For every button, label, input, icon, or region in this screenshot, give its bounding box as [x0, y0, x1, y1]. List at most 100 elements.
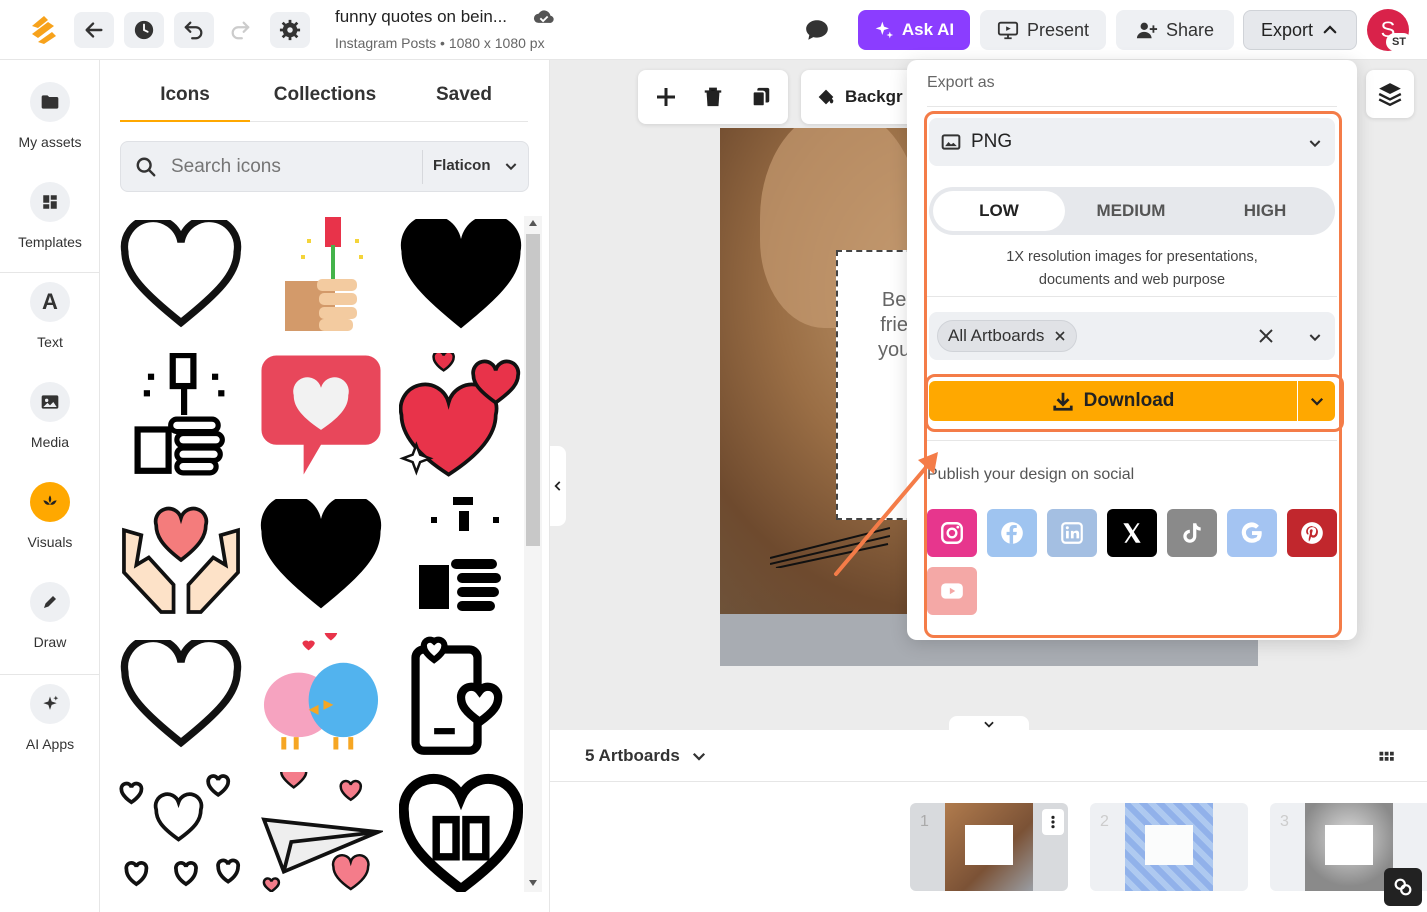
heart-outline-icon[interactable] [118, 632, 244, 758]
canvas-toolbar [638, 70, 788, 124]
chevron-down-icon [984, 721, 994, 728]
left-rail: My assets Templates A Text Media Visuals… [0, 60, 100, 912]
more-vertical-icon [1051, 815, 1055, 829]
scrollbar-track[interactable] [524, 216, 542, 892]
arrow-left-icon [85, 22, 103, 38]
hands-holding-heart-icon[interactable] [118, 492, 244, 618]
grid-view-button[interactable] [1378, 748, 1396, 771]
export-button[interactable]: Export [1243, 10, 1357, 50]
hearts-sparkle-icon[interactable] [398, 352, 524, 478]
redo-button[interactable] [220, 12, 260, 48]
delete-button[interactable] [702, 85, 724, 114]
strip-divider [550, 781, 1427, 782]
ask-ai-button[interactable]: Ask AI [858, 10, 970, 50]
rail-label: Media [30, 434, 70, 450]
tab-underline [120, 120, 250, 122]
cloud-saved-icon [533, 8, 555, 30]
artboards-strip: 5 Artboards 1 2 3 [550, 730, 1427, 912]
scroll-up-arrow[interactable] [529, 220, 537, 226]
heart-speech-bubble-icon[interactable] [258, 352, 384, 478]
icons-panel: Icons Collections Saved Flaticon [100, 60, 550, 912]
top-bar: funny quotes on bein... Instagram Posts … [0, 0, 1427, 60]
heart-filled-icon[interactable] [258, 492, 384, 618]
chevron-down-icon [692, 752, 705, 761]
visuals-icon [30, 482, 70, 522]
source-divider [422, 150, 423, 184]
rail-text[interactable]: A Text [0, 260, 100, 360]
sparkle-icon [30, 684, 70, 724]
paint-bucket-icon [818, 89, 834, 105]
copy-icon [751, 87, 770, 108]
grid-icon [1379, 751, 1394, 761]
artboards-dropdown[interactable]: 5 Artboards [585, 746, 708, 766]
share-label: Share [1165, 19, 1215, 40]
share-button[interactable]: Share [1116, 10, 1234, 50]
folder-icon [30, 82, 70, 122]
scrollbar-thumb[interactable] [526, 234, 540, 546]
tab-saved[interactable]: Saved [400, 84, 528, 106]
rail-draw[interactable]: Draw [0, 560, 100, 660]
templates-icon [30, 182, 70, 222]
duplicate-button[interactable] [750, 85, 772, 114]
chevron-down-icon [505, 162, 516, 170]
artboard-thumb[interactable]: 2 [1090, 803, 1248, 891]
ask-ai-label: Ask AI [901, 20, 955, 39]
tab-icons[interactable]: Icons [120, 84, 250, 106]
rail-visuals[interactable]: Visuals [0, 460, 100, 560]
undo-button[interactable] [174, 12, 214, 48]
scroll-down-arrow[interactable] [529, 880, 537, 886]
paper-plane-hearts-icon[interactable] [258, 772, 384, 892]
background-label: Backgr [845, 87, 903, 106]
history-button[interactable] [124, 12, 164, 48]
rail-label: Visuals [27, 534, 73, 550]
heart-filled-icon[interactable] [398, 212, 524, 338]
tab-collections[interactable]: Collections [260, 84, 390, 106]
undo-icon [184, 21, 203, 40]
link-icon [1394, 878, 1412, 896]
source-dropdown[interactable]: Flaticon [433, 157, 519, 174]
artboard-thumb[interactable]: 1 [910, 803, 1068, 891]
present-button[interactable]: Present [980, 10, 1106, 50]
heart-book-icon[interactable] [398, 772, 524, 892]
layers-button[interactable] [1366, 70, 1414, 118]
quote-text[interactable]: Be frie you [878, 288, 910, 363]
rail-ai-apps[interactable]: AI Apps [0, 662, 100, 762]
thumb-image [1125, 803, 1213, 891]
phone-heart-icon[interactable] [398, 632, 524, 758]
love-birds-icon[interactable] [258, 632, 384, 758]
add-button[interactable] [654, 85, 678, 114]
rail-label: My assets [18, 134, 82, 150]
layers-icon [1378, 83, 1402, 107]
collapse-panel-button[interactable] [550, 446, 566, 526]
rail-templates[interactable]: Templates [0, 160, 100, 260]
annotation-arrow [830, 440, 950, 580]
back-button[interactable] [74, 12, 114, 48]
app-logo[interactable] [28, 14, 58, 46]
hand-holding-glass-icon[interactable] [398, 492, 524, 618]
hand-holding-rose-icon[interactable] [258, 212, 384, 338]
plus-icon [657, 88, 675, 106]
background-toolbar[interactable]: Backgr [801, 70, 911, 124]
search-icon [135, 156, 157, 183]
settings-button[interactable] [270, 12, 310, 48]
hand-holding-glass-icon[interactable] [118, 352, 244, 478]
thumb-more-button[interactable] [1042, 809, 1064, 835]
zoom-link-button[interactable] [1384, 868, 1422, 906]
rail-label: Draw [33, 634, 67, 650]
rail-media[interactable]: Media [0, 360, 100, 460]
avatar-initials-badge: ST [1386, 33, 1412, 51]
search-input[interactable] [171, 154, 411, 180]
image-icon [30, 382, 70, 422]
heart-outline-icon[interactable] [118, 212, 244, 338]
chevron-left-icon [554, 481, 561, 491]
scattered-hearts-icon[interactable] [118, 772, 244, 892]
rail-my-assets[interactable]: My assets [0, 60, 100, 160]
gear-icon [279, 19, 301, 41]
chevron-up-icon [1323, 25, 1337, 34]
document-subtitle: Instagram Posts • 1080 x 1080 px [335, 35, 545, 51]
quote-line-1: Be [881, 289, 907, 311]
chat-bubble-icon [806, 20, 828, 40]
comments-button[interactable] [804, 17, 830, 48]
document-title[interactable]: funny quotes on bein... [335, 7, 507, 27]
thumb-image [945, 803, 1033, 891]
